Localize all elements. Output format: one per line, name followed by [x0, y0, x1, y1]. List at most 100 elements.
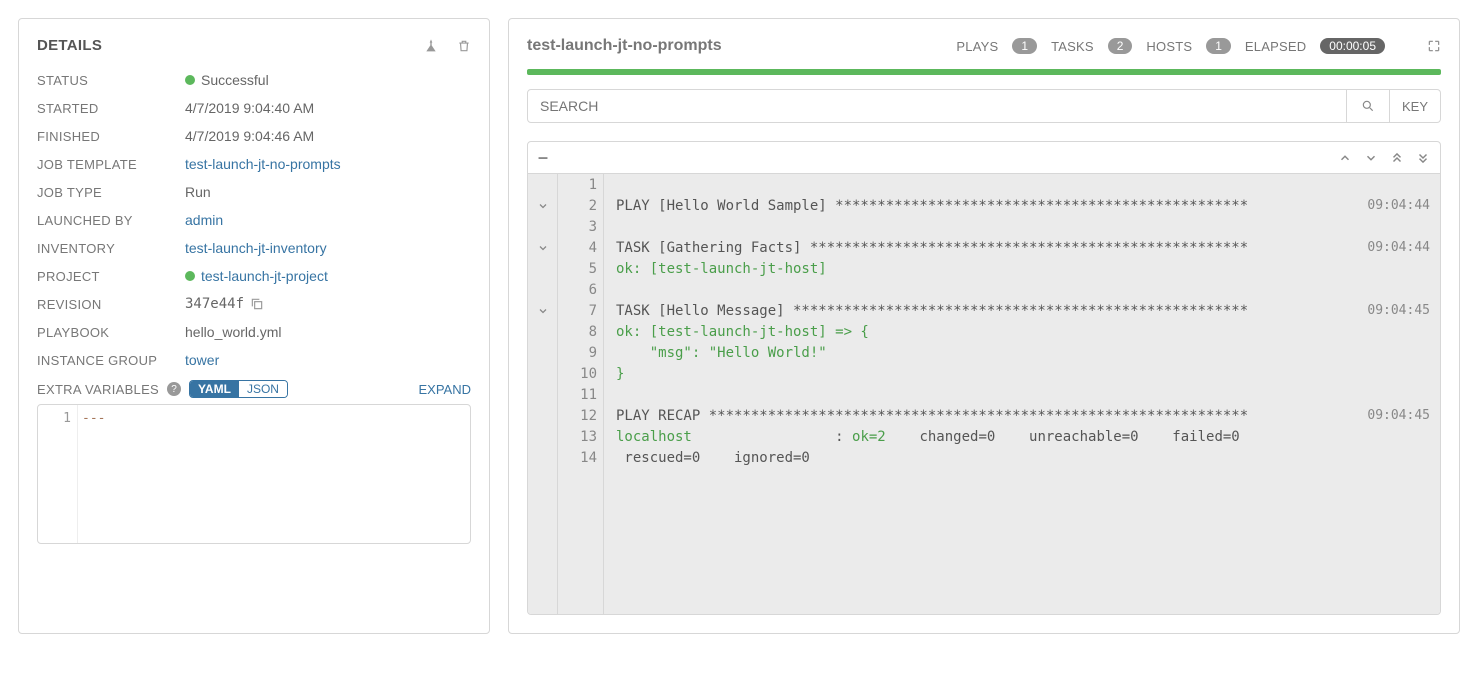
fold-gutter [528, 174, 558, 614]
inventory-label: INVENTORY [37, 241, 185, 256]
line-number: 6 [558, 279, 597, 300]
fold-toggle [528, 279, 557, 300]
status-label: STATUS [37, 73, 185, 88]
line-number: 8 [558, 321, 597, 342]
details-panel: DETAILS STATUSSuccessful STARTED4/7/2019… [18, 18, 490, 634]
next-event-icon[interactable] [1364, 151, 1378, 165]
log-line [616, 384, 1430, 405]
log-line: ok: [test-launch-jt-host] => { [616, 321, 1430, 342]
log-lines: PLAY [Hello World Sample] **************… [604, 174, 1440, 614]
log-container: – 1234567891011121314 PLAY [Hello World … [527, 141, 1441, 615]
revision-label: REVISION [37, 297, 185, 312]
plays-count: 1 [1012, 38, 1037, 54]
log-line: rescued=0 ignored=0 [616, 447, 1430, 468]
fold-toggle[interactable] [528, 237, 557, 258]
fold-toggle[interactable] [528, 300, 557, 321]
copy-icon[interactable] [250, 297, 264, 311]
project-status-dot-icon [185, 271, 195, 281]
line-number: 9 [558, 342, 597, 363]
line-number: 1 [558, 174, 597, 195]
tasks-count: 2 [1108, 38, 1133, 54]
editor-gutter: 1 [38, 405, 78, 543]
editor-content: --- [78, 405, 105, 543]
key-button[interactable]: KEY [1390, 89, 1441, 123]
job-type-label: JOB TYPE [37, 185, 185, 200]
project-label: PROJECT [37, 269, 185, 284]
log-line: TASK [Hello Message] *******************… [616, 300, 1430, 321]
job-type-value: Run [185, 184, 211, 200]
line-gutter: 1234567891011121314 [558, 174, 604, 614]
scroll-bottom-icon[interactable] [1416, 151, 1430, 165]
fold-toggle [528, 384, 557, 405]
extra-variables-label: EXTRA VARIABLES [37, 382, 159, 397]
revision-value: 347e44f [185, 296, 264, 312]
fold-toggle [528, 321, 557, 342]
finished-value: 4/7/2019 9:04:46 AM [185, 128, 314, 144]
line-number: 10 [558, 363, 597, 384]
fold-toggle [528, 258, 557, 279]
scroll-top-icon[interactable] [1390, 151, 1404, 165]
inventory-link[interactable]: test-launch-jt-inventory [185, 240, 327, 256]
relaunch-icon[interactable] [423, 38, 439, 54]
elapsed-value: 00:00:05 [1320, 38, 1385, 54]
log-line: TASK [Gathering Facts] *****************… [616, 237, 1430, 258]
log-line [616, 279, 1430, 300]
line-number: 11 [558, 384, 597, 405]
line-number: 2 [558, 195, 597, 216]
elapsed-label: ELAPSED [1245, 39, 1306, 54]
launched-by-link[interactable]: admin [185, 212, 223, 228]
fold-toggle[interactable] [528, 195, 557, 216]
hosts-count: 1 [1206, 38, 1231, 54]
help-icon[interactable]: ? [167, 382, 181, 396]
project-link[interactable]: test-launch-jt-project [185, 268, 328, 284]
hosts-label: HOSTS [1146, 39, 1192, 54]
json-toggle[interactable]: JSON [239, 381, 287, 397]
playbook-label: PLAYBOOK [37, 325, 185, 340]
expand-output-icon[interactable] [1427, 39, 1441, 53]
log-line: "msg": "Hello World!" [616, 342, 1430, 363]
log-line: localhost : ok=2 changed=0 unreachable=0… [616, 426, 1430, 447]
log-line: PLAY RECAP *****************************… [616, 405, 1430, 426]
started-label: STARTED [37, 101, 185, 116]
instance-group-link[interactable]: tower [185, 352, 219, 368]
yaml-toggle[interactable]: YAML [190, 381, 239, 397]
job-template-link[interactable]: test-launch-jt-no-prompts [185, 156, 341, 172]
fold-toggle [528, 405, 557, 426]
output-panel: test-launch-jt-no-prompts PLAYS 1 TASKS … [508, 18, 1460, 634]
download-icon[interactable] [1399, 39, 1413, 53]
log-line: } [616, 363, 1430, 384]
log-timestamp: 09:04:45 [1355, 303, 1430, 318]
format-toggle: YAML JSON [189, 380, 288, 398]
delete-icon[interactable] [457, 38, 471, 54]
log-line [616, 174, 1430, 195]
tasks-label: TASKS [1051, 39, 1094, 54]
fold-toggle [528, 174, 557, 195]
job-name: test-launch-jt-no-prompts [527, 37, 722, 55]
prev-event-icon[interactable] [1338, 151, 1352, 165]
fold-toggle [528, 363, 557, 384]
fold-toggle [528, 426, 557, 447]
status-dot-icon [185, 75, 195, 85]
log-line: PLAY [Hello World Sample] **************… [616, 195, 1430, 216]
instance-group-label: INSTANCE GROUP [37, 353, 185, 368]
log-line: ok: [test-launch-jt-host] [616, 258, 1430, 279]
line-number: 4 [558, 237, 597, 258]
line-number: 5 [558, 258, 597, 279]
plays-label: PLAYS [956, 39, 998, 54]
collapse-all-button[interactable]: – [538, 147, 548, 168]
line-number: 12 [558, 405, 597, 426]
search-button[interactable] [1347, 89, 1390, 123]
fold-toggle [528, 447, 557, 468]
fold-toggle [528, 342, 557, 363]
log-timestamp: 09:04:44 [1355, 198, 1430, 213]
fold-toggle [528, 216, 557, 237]
details-title: DETAILS [37, 37, 102, 54]
line-number: 7 [558, 300, 597, 321]
search-input[interactable] [527, 89, 1347, 123]
line-number: 13 [558, 426, 597, 447]
log-line [616, 216, 1430, 237]
log-timestamp: 09:04:44 [1355, 240, 1430, 255]
line-number: 14 [558, 447, 597, 468]
expand-button[interactable]: EXPAND [419, 382, 472, 397]
extra-variables-editor[interactable]: 1 --- [37, 404, 471, 544]
